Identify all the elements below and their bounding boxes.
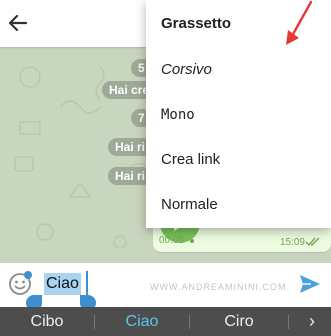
menu-item-mono[interactable]: Mono bbox=[161, 100, 195, 130]
suggestion-item[interactable]: Cibo bbox=[0, 307, 94, 336]
message-input-bar: Ciao WWW.ANDREAMININI.COM bbox=[0, 263, 331, 311]
annotation-arrow-icon bbox=[286, 0, 313, 45]
back-button[interactable] bbox=[4, 8, 32, 38]
message-time: 15:09 bbox=[279, 237, 305, 248]
menu-item-bold[interactable]: Grassetto bbox=[161, 9, 231, 39]
menu-item-create-link[interactable]: Crea link bbox=[161, 145, 220, 175]
menu-item-italic[interactable]: Corsivo bbox=[161, 55, 212, 85]
watermark: WWW.ANDREAMININI.COM bbox=[150, 282, 287, 292]
suggestion-item[interactable]: Ciro bbox=[190, 307, 288, 336]
paper-plane-icon[interactable] bbox=[299, 274, 321, 294]
suggestion-divider bbox=[288, 315, 289, 329]
voice-duration: 00:05 bbox=[159, 235, 185, 246]
text-cursor bbox=[86, 271, 88, 297]
suggestion-item-active[interactable]: Ciao bbox=[95, 307, 189, 336]
menu-item-normal[interactable]: Normale bbox=[161, 190, 218, 220]
unplayed-dot bbox=[190, 239, 194, 243]
selection-handle-dot[interactable] bbox=[24, 271, 32, 279]
double-check-icon bbox=[305, 237, 320, 247]
arrow-left-icon bbox=[9, 15, 27, 31]
keyboard-suggestion-bar: Cibo Ciao Ciro › bbox=[0, 307, 331, 336]
chevron-right-icon[interactable]: › bbox=[300, 307, 324, 336]
message-input-selected-text[interactable]: Ciao bbox=[44, 273, 81, 295]
